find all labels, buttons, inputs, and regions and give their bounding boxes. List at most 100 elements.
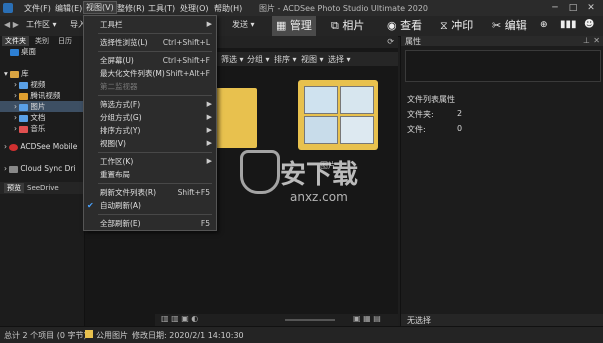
menu-item-shortcut: Ctrl+Shift+L xyxy=(162,38,210,47)
filter-button[interactable]: 筛选 ▾ xyxy=(221,54,244,65)
zoom-slider[interactable] xyxy=(285,319,335,321)
menu-item-label: 分组方式(G) xyxy=(100,113,142,122)
mode-develop-label: 冲印 xyxy=(451,19,474,32)
menu-retouch[interactable]: 整修(R) xyxy=(117,3,145,14)
workspace-button[interactable]: 工作区 ▾ xyxy=(26,19,57,30)
properties-header: 属性 ⊥ ✕ xyxy=(401,36,603,46)
view-menu-item[interactable]: 视图(V) ▶ xyxy=(84,137,216,150)
mode-edit-button[interactable]: ✂ 编辑 xyxy=(488,16,531,36)
bottom-tabs: 预览 SeeDrive xyxy=(0,182,84,194)
view-menu-item[interactable]: 排序方式(Y) ▶ xyxy=(84,124,216,137)
view-menu-item[interactable]: 选择性浏览(L) Ctrl+Shift+L xyxy=(84,36,216,49)
mode-photos-button[interactable]: ⧉ 相片 xyxy=(327,16,368,36)
menu-separator xyxy=(98,214,212,215)
stats-icon[interactable]: ▮▮▮ xyxy=(560,19,577,30)
prop-value-folders: 2 xyxy=(457,109,463,118)
select-button[interactable]: 选择 ▾ xyxy=(328,54,351,65)
tree-item-library[interactable]: ▾ 库 xyxy=(0,68,88,79)
close-icon[interactable]: ✕ xyxy=(584,2,598,14)
nav-back-icon[interactable]: ◀ ▶ xyxy=(4,20,19,29)
minimize-icon[interactable]: ─ xyxy=(548,2,562,14)
view-menu-item[interactable]: 全屏幕(U) Ctrl+Shift+F xyxy=(84,54,216,67)
menu-view[interactable]: 视图(V) xyxy=(83,1,117,14)
menu-item-shortcut: Shift+Alt+F xyxy=(165,69,210,78)
menu-edit[interactable]: 编辑(E) xyxy=(55,3,82,14)
tree-item-label: 图片 xyxy=(30,102,46,111)
window-title: 图片 - ACDSee Photo Studio Ultimate 2020 xyxy=(259,4,428,13)
menu-item-label: 全屏幕(U) xyxy=(100,56,134,65)
view-menu-item[interactable]: 刷新文件列表(R) Shift+F5 xyxy=(84,186,216,199)
tab-preview[interactable]: 预览 xyxy=(4,183,24,193)
mode-edit-label: 编辑 xyxy=(504,19,527,32)
menu-item-label: 工具栏 xyxy=(100,20,123,29)
title-bar: 文件(F) 编辑(E) 视图(V) 整修(R) 工具(T) 处理(O) 帮助(H… xyxy=(0,0,603,16)
maximize-icon[interactable]: □ xyxy=(566,2,580,14)
view-menu-item[interactable]: 重置布局 xyxy=(84,168,216,181)
close-icon[interactable]: ✕ xyxy=(593,36,600,45)
view-menu-item[interactable]: 筛选方式(F) ▶ xyxy=(84,98,216,111)
sort-button[interactable]: 排序 ▾ xyxy=(274,54,297,65)
prop-label-folders: 文件夹: xyxy=(407,110,434,119)
menu-separator xyxy=(98,183,212,184)
menu-item-shortcut: Shift+F5 xyxy=(177,188,210,197)
tab-categories[interactable]: 类别 xyxy=(32,36,52,46)
pin-icon[interactable]: ⊥ xyxy=(583,36,590,45)
submenu-arrow-icon: ▶ xyxy=(206,113,212,121)
mode-view-label: 查看 xyxy=(400,19,423,32)
folder-thumbnail[interactable] xyxy=(213,80,269,152)
send-button[interactable]: 发送 ▾ xyxy=(232,19,255,30)
folder-icon xyxy=(213,88,257,148)
menu-item-shortcut: Ctrl+Shift+F xyxy=(162,56,210,65)
submenu-arrow-icon: ▶ xyxy=(206,126,212,134)
tab-calendar[interactable]: 日历 xyxy=(55,36,75,46)
menu-item-label: 排序方式(Y) xyxy=(100,126,141,135)
mode-manage-label: 管理 xyxy=(289,19,312,32)
menu-item-label: 最大化文件列表(M) xyxy=(100,69,165,78)
documents-folder-icon xyxy=(19,114,29,122)
image-preview xyxy=(304,116,338,144)
view-menu-item[interactable]: 最大化文件列表(M) Shift+Alt+F xyxy=(84,67,216,80)
section-title: 文件列表属性 xyxy=(407,95,455,104)
tab-folders[interactable]: 文件夹 xyxy=(2,36,29,46)
shield-icon xyxy=(240,150,280,194)
properties-footer: 无选择 xyxy=(401,314,603,326)
view-menu-item[interactable]: ✔ 自动刷新(A) xyxy=(84,199,216,212)
view-menu-item[interactable]: 工作区(K) ▶ xyxy=(84,155,216,168)
mode-manage-button[interactable]: ▦ 管理 xyxy=(272,16,316,36)
menu-file[interactable]: 文件(F) xyxy=(24,3,51,14)
view-menu-item[interactable]: 全部刷新(E) F5 xyxy=(84,217,216,230)
menu-tools[interactable]: 工具(T) xyxy=(148,3,175,14)
mode-view-button[interactable]: ◉ 查看 xyxy=(383,16,426,36)
view-menu-item[interactable]: 工具栏 ▶ xyxy=(84,18,216,31)
menu-separator xyxy=(98,95,212,96)
view-menu-item[interactable]: 分组方式(G) ▶ xyxy=(84,111,216,124)
refresh-icon[interactable]: ⟳ xyxy=(387,37,394,46)
tree-item-label: 视频 xyxy=(30,80,46,89)
folder-thumbnail-pictures[interactable]: 图片 xyxy=(298,80,380,170)
tree-item-cloud-sync[interactable]: › Cloud Sync Dri xyxy=(0,163,88,174)
menu-help[interactable]: 帮助(H) xyxy=(214,3,242,14)
app-logo-icon xyxy=(3,3,13,13)
view-mode-icon[interactable]: ▣ ▦ ▤ xyxy=(353,314,381,323)
group-button[interactable]: 分组 ▾ xyxy=(247,54,270,65)
menu-separator xyxy=(98,33,212,34)
watermark-title: 安下载 xyxy=(280,160,359,190)
counter-icon[interactable]: ⊕ xyxy=(540,20,548,30)
menu-process[interactable]: 处理(O) xyxy=(180,3,209,14)
watermark-logo: 安下载 anxz.com xyxy=(240,150,358,210)
user-icon[interactable]: ☻ xyxy=(584,19,594,30)
menu-item-label: 视图(V) xyxy=(100,139,126,148)
mode-develop-button[interactable]: ⧖ 冲印 xyxy=(436,16,477,36)
menu-item-label: 全部刷新(E) xyxy=(100,219,141,228)
pictures-folder-icon xyxy=(19,103,29,111)
image-preview xyxy=(340,86,374,114)
submenu-arrow-icon: ▶ xyxy=(206,20,212,28)
image-preview xyxy=(340,116,374,144)
tab-seedrive[interactable]: SeeDrive xyxy=(24,183,62,193)
tree-item-desktop[interactable]: 桌面 xyxy=(0,46,94,57)
menu-item-label: 自动刷新(A) xyxy=(100,201,141,210)
filmstrip-icon[interactable]: ▥ ▥ ▣ ◐ xyxy=(161,314,198,323)
menu-separator xyxy=(98,152,212,153)
tree-item-acdsee-mobile[interactable]: › ACDSee Mobile xyxy=(0,141,88,152)
view-button[interactable]: 视图 ▾ xyxy=(301,54,324,65)
